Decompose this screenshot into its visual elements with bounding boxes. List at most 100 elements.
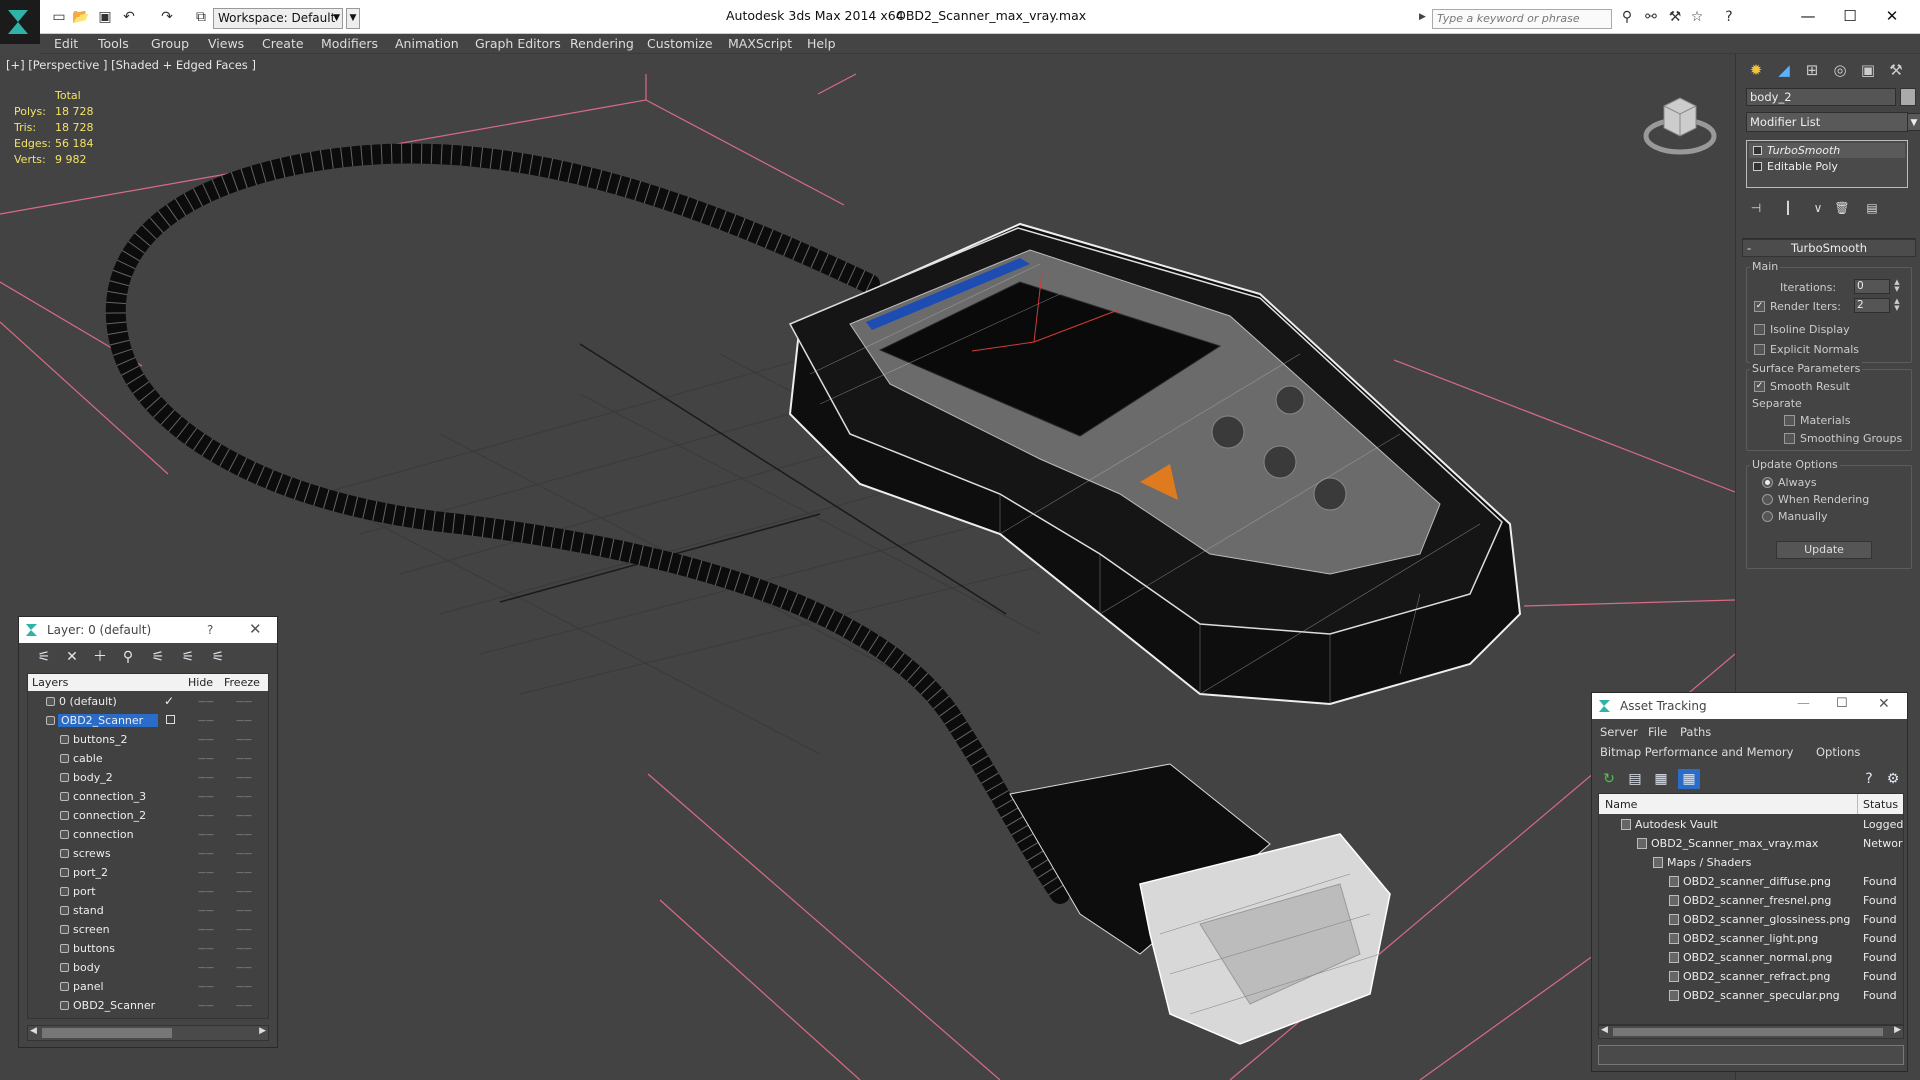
explicit-normals-checkbox[interactable] <box>1754 344 1765 355</box>
add-to-layer-icon[interactable]: ＋ <box>89 647 111 667</box>
asset-horizontal-scrollbar[interactable]: ◀ ▶ <box>1598 1025 1904 1039</box>
asset-row[interactable]: OBD2_scanner_normal.png Found <box>1599 948 1903 967</box>
tree-view-icon[interactable]: ▦ <box>1650 769 1672 789</box>
freeze-toggle[interactable]: —— <box>236 868 252 877</box>
layer-row[interactable]: screws —— —— <box>28 844 268 863</box>
layer-name[interactable]: connection_3 <box>73 790 146 803</box>
freeze-toggle[interactable]: —— <box>236 1001 252 1010</box>
scroll-left-icon[interactable]: ◀ <box>1601 1025 1608 1035</box>
lightbulb-icon[interactable] <box>1753 146 1762 155</box>
close-icon[interactable]: ✕ <box>1872 4 1912 28</box>
hide-toggle[interactable]: —— <box>198 944 214 953</box>
hide-toggle[interactable]: —— <box>198 792 214 801</box>
asset-row[interactable]: OBD2_scanner_diffuse.png Found <box>1599 872 1903 891</box>
menu-graph-editors[interactable]: Graph Editors <box>475 36 561 51</box>
asset-row[interactable]: OBD2_scanner_glossiness.png Found <box>1599 910 1903 929</box>
smooth-result-checkbox[interactable]: ✓ <box>1754 381 1765 392</box>
layer-row[interactable]: port_2 —— —— <box>28 863 268 882</box>
freeze-toggle[interactable]: —— <box>236 773 252 782</box>
menu-help[interactable]: Help <box>807 36 836 51</box>
freeze-toggle[interactable]: —— <box>236 849 252 858</box>
layer-row[interactable]: body —— —— <box>28 958 268 977</box>
menu-rendering[interactable]: Rendering <box>570 36 634 51</box>
freeze-toggle[interactable]: —— <box>236 906 252 915</box>
menu-paths[interactable]: Paths <box>1680 725 1711 739</box>
utilities-tab-icon[interactable]: ⚒ <box>1884 58 1908 82</box>
freeze-toggle[interactable]: —— <box>236 830 252 839</box>
minimize-icon[interactable]: — <box>1797 696 1810 711</box>
freeze-toggle[interactable]: —— <box>236 925 252 934</box>
select-objects-icon[interactable]: ⚲ <box>117 647 139 667</box>
layer-row[interactable]: screen —— —— <box>28 920 268 939</box>
freeze-toggle[interactable]: —— <box>236 887 252 896</box>
layer-name[interactable]: buttons_2 <box>73 733 128 746</box>
object-name-input[interactable]: body_2 <box>1746 88 1896 106</box>
asset-row[interactable]: Maps / Shaders <box>1599 853 1903 872</box>
refresh-icon[interactable]: ↻ <box>1598 769 1620 789</box>
communication-icon[interactable]: ⚯ <box>1642 9 1660 25</box>
modifier-list-dropdown[interactable]: Modifier List ▼ <box>1746 112 1920 132</box>
layer-name[interactable]: connection_2 <box>73 809 146 822</box>
settings-icon[interactable]: ⚙ <box>1882 769 1904 789</box>
asset-row[interactable]: OBD2_scanner_light.png Found <box>1599 929 1903 948</box>
menu-customize[interactable]: Customize <box>647 36 713 51</box>
workspace-menu-arrow-icon[interactable]: ▼ <box>346 8 360 29</box>
show-end-result-icon[interactable]: ┃ <box>1778 198 1798 218</box>
maximize-icon[interactable]: ☐ <box>1830 4 1870 28</box>
col-layers[interactable]: Layers <box>32 676 68 689</box>
asset-dialog-titlebar[interactable]: Asset Tracking — ☐ ✕ <box>1592 693 1907 719</box>
viewcube-icon[interactable] <box>1640 84 1720 164</box>
scroll-right-icon[interactable]: ▶ <box>1894 1025 1901 1035</box>
layer-name[interactable]: port_2 <box>73 866 108 879</box>
table-view-icon[interactable]: ▦ <box>1678 769 1700 789</box>
maximize-icon[interactable]: ☐ <box>1836 696 1848 711</box>
hide-toggle[interactable]: —— <box>198 735 214 744</box>
menu-maxscript[interactable]: MAXScript <box>728 36 792 51</box>
layer-name[interactable]: cable <box>73 752 103 765</box>
subscription-icon[interactable]: ⚒ <box>1666 9 1684 25</box>
layer-name[interactable]: OBD2_Scanner <box>73 999 155 1012</box>
new-file-icon[interactable]: ▭ <box>50 9 68 25</box>
hide-toggle[interactable]: —— <box>198 1001 214 1010</box>
layer-name[interactable]: body_2 <box>73 771 113 784</box>
project-folder-icon[interactable]: ⧉ <box>192 9 210 25</box>
create-tab-icon[interactable]: ✹ <box>1744 58 1768 82</box>
expand-plus-icon[interactable] <box>1753 162 1762 171</box>
hide-toggle[interactable]: —— <box>198 849 214 858</box>
close-icon[interactable]: ✕ <box>1878 696 1890 712</box>
layer-row[interactable]: stand —— —— <box>28 901 268 920</box>
hide-toggle[interactable]: —— <box>198 982 214 991</box>
object-color-swatch[interactable] <box>1900 88 1916 106</box>
freeze-all-icon[interactable]: ⚟ <box>207 647 229 667</box>
asset-row[interactable]: OBD2_Scanner_max_vray.max Network <box>1599 834 1903 853</box>
list-view-icon[interactable]: ▤ <box>1624 769 1646 789</box>
menu-bitmap-performance[interactable]: Bitmap Performance and Memory <box>1600 745 1793 759</box>
hide-toggle[interactable]: —— <box>198 868 214 877</box>
layer-name[interactable]: screws <box>73 847 111 860</box>
layer-row[interactable]: buttons_2 —— —— <box>28 730 268 749</box>
menu-options[interactable]: Options <box>1816 745 1860 759</box>
layer-row[interactable]: connection_2 —— —— <box>28 806 268 825</box>
layer-name[interactable]: OBD2_Scanner <box>58 714 158 727</box>
freeze-toggle[interactable]: —— <box>236 811 252 820</box>
make-unique-icon[interactable]: ∨ <box>1808 198 1828 218</box>
menu-modifiers[interactable]: Modifiers <box>321 36 378 51</box>
freeze-toggle[interactable]: —— <box>236 697 252 706</box>
scrollbar-thumb[interactable] <box>1613 1028 1883 1036</box>
app-logo-icon[interactable] <box>0 0 40 44</box>
layer-row[interactable]: cable —— —— <box>28 749 268 768</box>
redo-icon[interactable]: ↷ <box>158 9 176 25</box>
rollout-header[interactable]: - TurboSmooth <box>1742 239 1916 257</box>
binoculars-icon[interactable]: ⚲ <box>1618 9 1636 25</box>
spinner-arrows-icon[interactable]: ▲ ▼ <box>1892 279 1902 294</box>
select-layer-icon[interactable]: ⚟ <box>147 647 169 667</box>
materials-checkbox[interactable] <box>1784 415 1795 426</box>
menu-group[interactable]: Group <box>151 36 189 51</box>
menu-animation[interactable]: Animation <box>395 36 459 51</box>
hierarchy-tab-icon[interactable]: ⊞ <box>1800 58 1824 82</box>
display-tab-icon[interactable]: ▣ <box>1856 58 1880 82</box>
modify-tab-icon[interactable]: ◢ <box>1772 58 1796 82</box>
scroll-left-icon[interactable]: ◀ <box>30 1026 37 1036</box>
save-file-icon[interactable]: ▣ <box>96 9 114 25</box>
stack-item-editable-poly[interactable]: Editable Poly <box>1749 159 1905 174</box>
